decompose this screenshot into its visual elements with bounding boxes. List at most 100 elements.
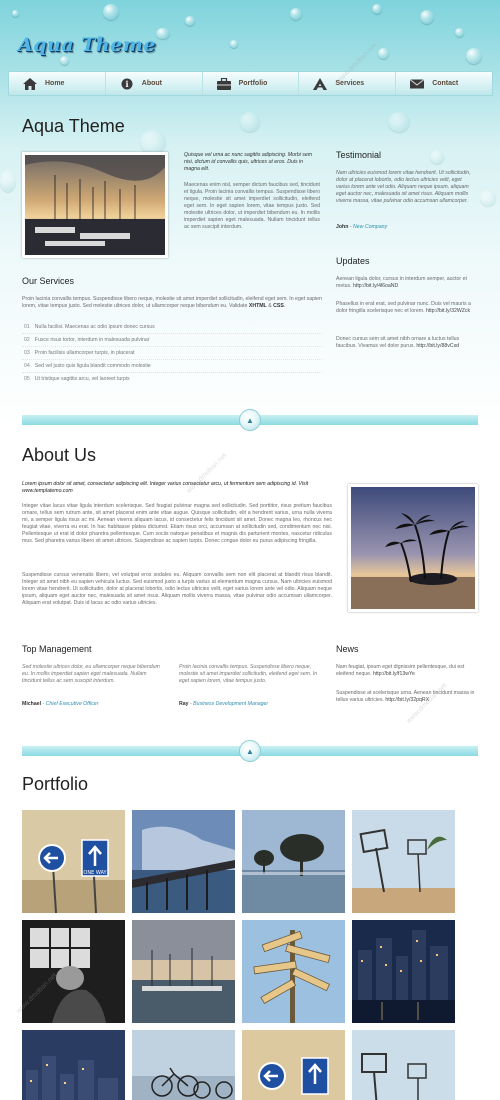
intro-lead: Quisque vel urna ac nunc sagittis adipis… [184, 152, 313, 172]
nav-item-contact[interactable]: Contact [396, 72, 492, 95]
water-drop [12, 10, 19, 17]
signs-image-2 [242, 1030, 345, 1100]
nav-item-home[interactable]: Home [9, 72, 106, 95]
management-signature: Ray - Business Development Manager [179, 701, 323, 708]
person-name: Ray [179, 701, 189, 707]
portfolio-thumb-basketball-hoop[interactable] [352, 810, 455, 913]
about-lead: Lorem ipsum dolor sit amet, consectetur … [22, 481, 332, 495]
water-drop [156, 28, 170, 39]
bridge-pier-image [132, 810, 235, 913]
portfolio-thumb-signs-2[interactable] [242, 1030, 345, 1100]
info-icon: i [121, 78, 133, 89]
templatemo-link[interactable]: www.templatemo.com [22, 488, 73, 494]
home-icon [23, 77, 37, 90]
intro-body: Maecenas enim nisl, semper dictum faucib… [184, 182, 320, 230]
nav-label: Home [45, 80, 65, 87]
portfolio-thumb-signpost[interactable] [242, 920, 345, 1023]
news-link[interactable]: http://bit.ly/32pqRX [385, 697, 429, 703]
water-drop [455, 28, 464, 37]
testimonial-role: New Company [353, 224, 388, 230]
portfolio-thumb-night-city[interactable] [352, 920, 455, 1023]
update-link[interactable]: http://bit.ly/4l6oaND [353, 283, 398, 289]
night-city-image [352, 920, 455, 1023]
bicycles-image [132, 1030, 235, 1100]
updates-heading: Updates [336, 256, 370, 266]
water-drop [185, 16, 195, 26]
update-item: Aenean ligula dolor, cursus in interdum … [336, 276, 476, 290]
services-heading: Our Services [22, 276, 75, 286]
service-number: 04 [24, 363, 30, 369]
mail-icon [410, 78, 425, 88]
old-man-window-image [22, 920, 125, 1023]
water-drop [240, 112, 260, 132]
basketball-hoop-image-2 [352, 1030, 455, 1100]
water-drop [378, 48, 389, 59]
nav-item-about[interactable]: i About [106, 72, 203, 95]
services-icon [313, 77, 328, 90]
services-intro-amp: & [268, 303, 272, 309]
svg-text:ONE WAY: ONE WAY [83, 870, 107, 876]
site-logo-title[interactable]: Aqua Theme [18, 34, 156, 56]
management-signature: Michael - Chief Executive Officer [22, 701, 166, 708]
water-drop [480, 190, 496, 206]
about-lead-text: Lorem ipsum dolor sit amet, consectetur … [22, 481, 309, 487]
update-link[interactable]: http://bit.ly/88vCxd [416, 343, 459, 349]
portfolio-thumb-harbor-dusk[interactable] [132, 920, 235, 1023]
portfolio-heading: Portfolio [22, 774, 89, 794]
portfolio-thumb-flooded-tree[interactable] [242, 810, 345, 913]
nav-label: Services [335, 80, 365, 87]
service-item: 03 Proin facilisis ullamcorper turpis, in… [22, 347, 322, 360]
news-item: Nam feugiat, ipsum eget dignissim pellen… [336, 664, 478, 678]
water-drop [103, 4, 119, 20]
night-skyline-image [22, 1030, 125, 1100]
news-heading: News [336, 644, 359, 654]
validate-css-link[interactable]: CSS [273, 303, 284, 309]
signs-image: ONE WAY [22, 810, 125, 913]
service-number: 02 [24, 337, 30, 343]
services-intro: Proin lacinia convallis tempus. Suspendi… [22, 296, 322, 309]
management-quote: Proin lacinia convallis tempus. Suspendi… [179, 664, 318, 684]
update-item: Phasellus in erat erat, sed pulvinar nun… [336, 301, 476, 315]
management-quote: Sed molestie ultrices dolor, eu ullamcor… [22, 664, 160, 684]
scroll-top-button[interactable]: ▲ [239, 409, 261, 431]
update-item: Donec cursus sem sit amet nibh ornare a … [336, 336, 476, 350]
nav-label: Contact [432, 80, 459, 87]
service-number: 05 [24, 376, 30, 382]
about-paragraph-2: Suspendisse cursus venenatis libero, vel… [22, 572, 332, 606]
portfolio-thumb-old-man-window[interactable] [22, 920, 125, 1023]
nav-item-services[interactable]: Services [299, 72, 397, 95]
service-item: 05 Ut tristique sagittis arcu, vel laoree… [22, 373, 322, 386]
person-name: Michael [22, 701, 42, 707]
service-label: Fusce risus tortor, interdum in malesuad… [34, 337, 150, 343]
water-drop [388, 112, 410, 132]
testimonial-name: John [336, 224, 349, 230]
portfolio-thumb-basketball-hoop-2[interactable] [352, 1030, 455, 1100]
service-label: Ut tristique sagittis arcu, vel laoreet … [34, 376, 130, 382]
portfolio-thumb-bicycles[interactable] [132, 1030, 235, 1100]
nav-item-portfolio[interactable]: Portfolio [203, 72, 300, 95]
main-nav: Home i About Portfolio Services Contact [8, 71, 493, 96]
chevron-up-icon: ▲ [246, 415, 254, 425]
service-item: 01 Nulla facilisi. Maecenas ac odio ipsum… [22, 321, 322, 334]
chevron-up-icon: ▲ [246, 746, 254, 756]
water-drop [420, 10, 434, 24]
management-heading: Top Management [22, 644, 92, 654]
beach-palms-photo [348, 484, 478, 612]
scroll-top-button[interactable]: ▲ [239, 740, 261, 762]
about-heading: About Us [22, 445, 97, 465]
service-label: Nulla facilisi. Maecenas ac odio ipsum d… [34, 324, 155, 330]
update-link[interactable]: http://bit.ly/32WZck [426, 308, 470, 314]
portfolio-thumb-night-skyline[interactable] [22, 1030, 125, 1100]
testimonial-quote: Nam ultricies euismod lorem vitae hendre… [336, 170, 471, 204]
beach-palms-image [351, 487, 475, 609]
portfolio-thumb-bridge-pier[interactable] [132, 810, 235, 913]
water-drop [290, 8, 302, 20]
person-role: Chief Executive Officer [45, 701, 99, 707]
water-drop [60, 56, 69, 65]
flooded-tree-image [242, 810, 345, 913]
portfolio-thumb-signs[interactable]: ONE WAY [22, 810, 125, 913]
news-link[interactable]: http://bit.ly/f13wYe [373, 671, 415, 677]
harbor-photo [22, 152, 168, 258]
service-number: 01 [24, 324, 30, 330]
validate-xhtml-link[interactable]: XHTML [249, 303, 267, 309]
